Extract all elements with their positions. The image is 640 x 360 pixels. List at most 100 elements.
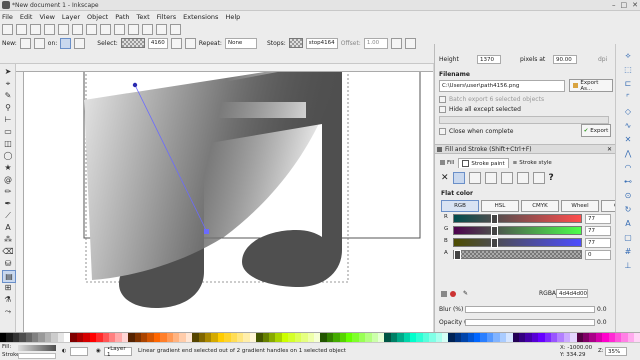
rectangle-tool-icon[interactable]: ▭ <box>2 126 14 137</box>
pen-tool-icon[interactable]: ✒ <box>2 198 14 209</box>
opacity-mini-field[interactable] <box>70 347 88 356</box>
menu-text[interactable]: Text <box>137 13 150 21</box>
blur-value[interactable]: 0.0 <box>597 306 607 313</box>
reverse-gradient-button[interactable] <box>170 37 182 49</box>
export-as-button[interactable]: Export As... <box>569 79 613 92</box>
snap-centers-icon[interactable]: ⊙ <box>622 190 634 201</box>
text-tool-icon[interactable]: A <box>2 222 14 233</box>
snap-nodes-icon[interactable]: ◇ <box>622 106 634 117</box>
status-stroke-swatch[interactable] <box>18 353 56 359</box>
drawing-canvas[interactable] <box>24 72 433 332</box>
slider-r[interactable] <box>453 214 582 224</box>
bucket-tool-icon[interactable]: ⛁ <box>2 258 14 269</box>
slider-g-thumb[interactable] <box>491 226 498 236</box>
snap-cusp-icon[interactable]: ⋀ <box>622 148 634 159</box>
batch-export-checkbox[interactable] <box>439 96 446 103</box>
spin-r[interactable]: 77 <box>585 214 611 224</box>
dropper-tool-icon[interactable]: ⚗ <box>2 294 14 305</box>
rgba-field[interactable]: 4d4d4d00 <box>556 289 588 298</box>
snap-midpoints-icon[interactable]: ⊷ <box>622 176 634 187</box>
mesh-gradient-icon[interactable] <box>500 172 513 184</box>
tab-fill[interactable]: Fill <box>437 158 457 167</box>
opacity-slider[interactable] <box>465 319 595 326</box>
fill-target-button[interactable] <box>60 37 72 49</box>
spray-tool-icon[interactable]: ⁂ <box>2 234 14 245</box>
offset-field[interactable]: 1.00 <box>363 37 388 49</box>
opacity-value[interactable]: 0.0 <box>597 319 607 326</box>
stop-swatch[interactable] <box>288 38 303 48</box>
batch-export-option[interactable]: Batch export 6 selected objects <box>439 96 544 103</box>
eraser-tool-icon[interactable]: ⌫ <box>2 246 14 257</box>
tweak-tool-icon[interactable]: ✎ <box>2 90 14 101</box>
snap-page-border-icon[interactable]: ▢ <box>622 232 634 243</box>
spin-g[interactable]: 77 <box>585 226 611 236</box>
export-button[interactable]: ✔ Export <box>581 124 611 137</box>
redo-button[interactable] <box>100 24 111 35</box>
zoom-selection-button[interactable] <box>142 24 153 35</box>
snap-bbox-corners-icon[interactable]: ⌜ <box>622 92 634 103</box>
export-dpi-field[interactable]: 90.00 <box>553 55 577 64</box>
mode-rgb[interactable]: RGB <box>441 200 479 212</box>
spiral-tool-icon[interactable]: @ <box>2 174 14 185</box>
tab-stroke-style[interactable]: ≡ Stroke style <box>510 158 555 167</box>
slider-b[interactable] <box>453 238 582 248</box>
flat-color-icon[interactable] <box>452 172 465 184</box>
edit-gradient-button[interactable] <box>184 37 196 49</box>
delete-stop-button[interactable] <box>404 37 416 49</box>
spin-b[interactable]: 77 <box>585 238 611 248</box>
linear-gradient-icon[interactable] <box>468 172 481 184</box>
filename-field[interactable]: C:\Users\user\path4156.png <box>439 80 565 92</box>
hide-all-option[interactable]: Hide all except selected <box>439 106 521 113</box>
swatch-icon[interactable] <box>532 172 545 184</box>
layer-visibility-icon[interactable]: ◉ <box>96 348 101 354</box>
slider-a-thumb[interactable] <box>454 250 461 260</box>
zoom-field[interactable]: 35% <box>605 347 627 356</box>
menu-filters[interactable]: Filters <box>157 13 176 21</box>
snap-intersections-icon[interactable]: ✕ <box>622 134 634 145</box>
print-button[interactable] <box>44 24 55 35</box>
snap-text-baseline-icon[interactable]: A <box>622 218 634 229</box>
spin-a[interactable]: 0 <box>585 250 611 260</box>
3d-box-tool-icon[interactable]: ◫ <box>2 138 14 149</box>
linear-gradient-button[interactable] <box>19 37 31 49</box>
snap-grid-icon[interactable]: # <box>622 246 634 257</box>
copy-button[interactable] <box>114 24 125 35</box>
gradient-swatch[interactable] <box>120 38 145 48</box>
calligraphy-tool-icon[interactable]: ⟋ <box>2 210 14 221</box>
mesh-tool-icon[interactable]: ⊞ <box>2 282 14 293</box>
snap-enable-icon[interactable]: ⟡ <box>622 50 634 61</box>
selector-tool-icon[interactable]: ➤ <box>2 66 14 77</box>
tab-stroke-paint[interactable]: Stroke paint <box>458 158 509 168</box>
pencil-tool-icon[interactable]: ✏ <box>2 186 14 197</box>
zoom-tool-icon[interactable]: ⚲ <box>2 102 14 113</box>
snap-smooth-icon[interactable]: ◠ <box>622 162 634 173</box>
slider-a[interactable] <box>453 250 582 260</box>
stroke-target-button[interactable] <box>74 37 86 49</box>
connector-tool-icon[interactable]: ⤳ <box>2 306 14 317</box>
minimize-button[interactable]: – <box>612 1 616 9</box>
mode-wheel[interactable]: Wheel <box>561 200 599 212</box>
snap-paths-icon[interactable]: ∿ <box>622 120 634 131</box>
pattern-icon[interactable] <box>516 172 529 184</box>
unset-paint-icon[interactable]: ? <box>549 173 554 183</box>
export-height-field[interactable]: 1370 <box>477 55 501 64</box>
menu-file[interactable]: File <box>2 13 13 21</box>
layer-select[interactable]: •Layer 1 <box>104 346 132 358</box>
snap-bbox-icon[interactable]: ⬚ <box>622 64 634 75</box>
snap-rotation-icon[interactable]: ↻ <box>622 204 634 215</box>
maximize-button[interactable]: □ <box>621 1 628 9</box>
save-button[interactable] <box>30 24 41 35</box>
menu-extensions[interactable]: Extensions <box>183 13 218 21</box>
menu-path[interactable]: Path <box>115 13 129 21</box>
zoom-drawing-button[interactable] <box>156 24 167 35</box>
measure-tool-icon[interactable]: ⊢ <box>2 114 14 125</box>
undo-button[interactable] <box>86 24 97 35</box>
slider-g[interactable] <box>453 226 582 236</box>
color-picker-icon[interactable]: ✎ <box>463 290 468 297</box>
blur-slider[interactable] <box>465 306 595 313</box>
hide-all-checkbox[interactable] <box>439 106 446 113</box>
radial-gradient-icon[interactable] <box>484 172 497 184</box>
open-button[interactable] <box>16 24 27 35</box>
gradient-select[interactable]: 4160 <box>147 37 168 49</box>
paste-button[interactable] <box>128 24 139 35</box>
